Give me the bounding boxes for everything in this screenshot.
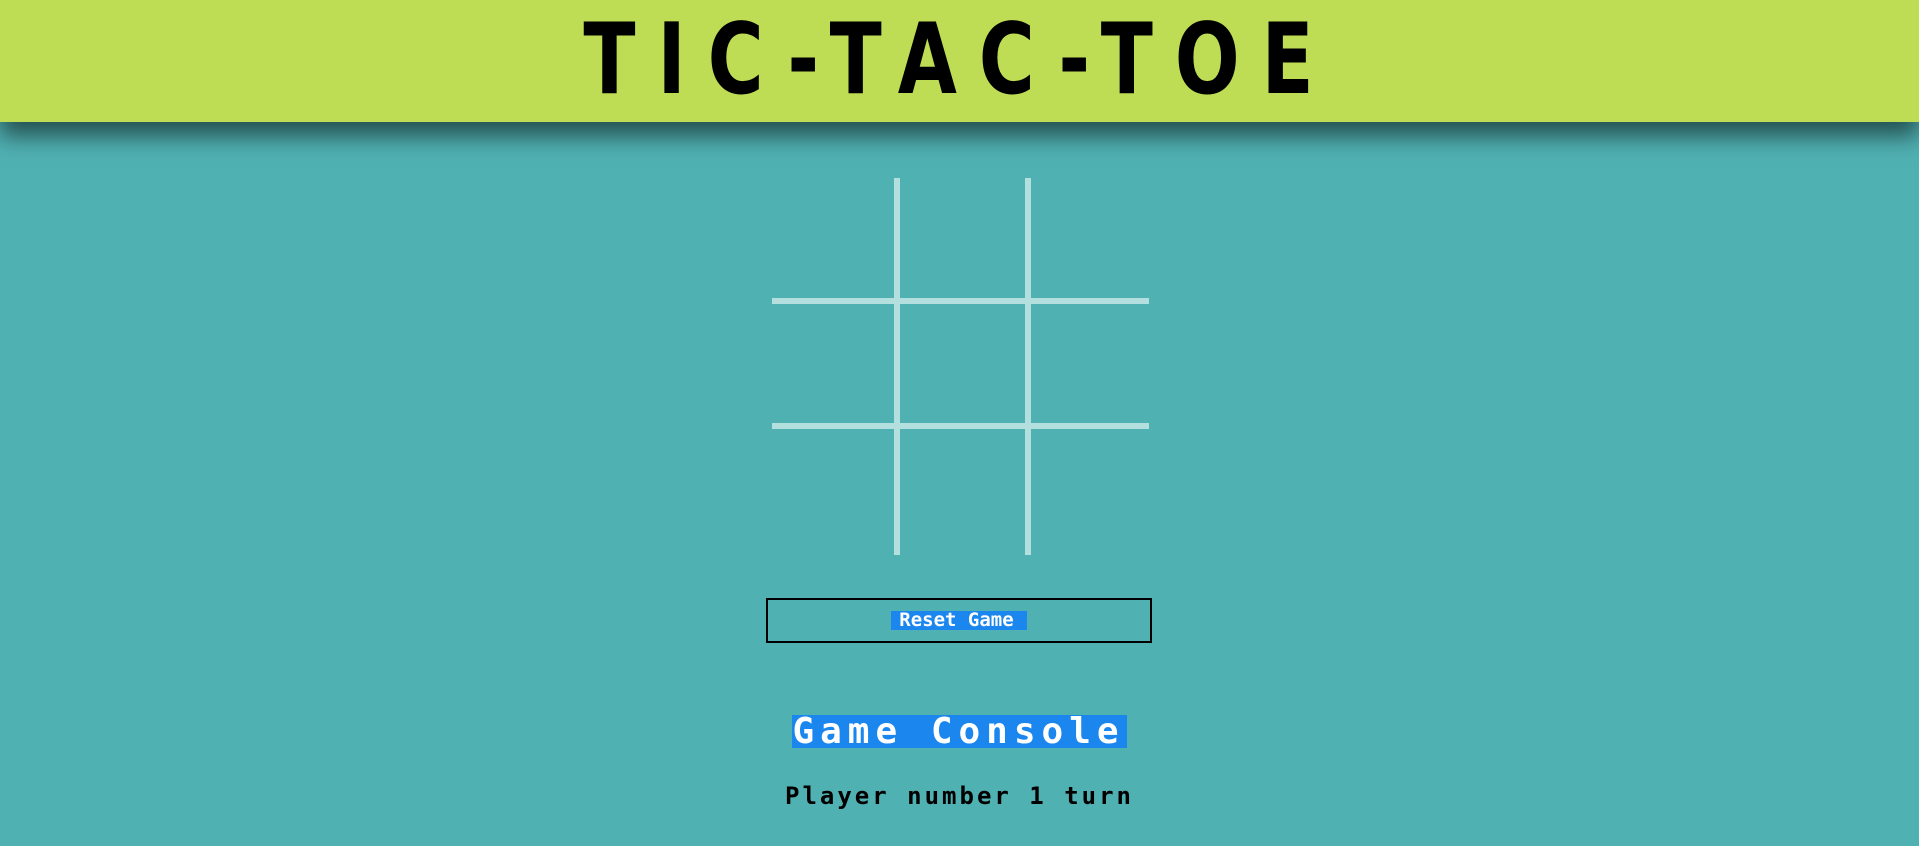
board-cell-6[interactable]: [1031, 304, 1159, 428]
board-cell-4[interactable]: [772, 304, 900, 428]
board-cell-2[interactable]: [900, 178, 1028, 302]
board-cell-7[interactable]: [772, 429, 900, 553]
game-console: Game Console: [0, 711, 1919, 752]
game-board: [772, 178, 1149, 555]
reset-game-button[interactable]: Reset Game: [766, 598, 1152, 643]
header-bar: TIC-TAC-TOE: [0, 0, 1919, 122]
board-cell-1[interactable]: [772, 178, 900, 302]
board-cell-9[interactable]: [1031, 429, 1159, 553]
console-message: Player number 1 turn: [785, 782, 1134, 810]
board-cell-5[interactable]: [900, 304, 1028, 428]
board-cell-8[interactable]: [900, 429, 1028, 553]
console-title: Game Console: [792, 711, 1127, 752]
reset-game-label: Reset Game: [891, 611, 1027, 630]
board-cell-3[interactable]: [1031, 178, 1159, 302]
page-title: TIC-TAC-TOE: [583, 3, 1336, 117]
